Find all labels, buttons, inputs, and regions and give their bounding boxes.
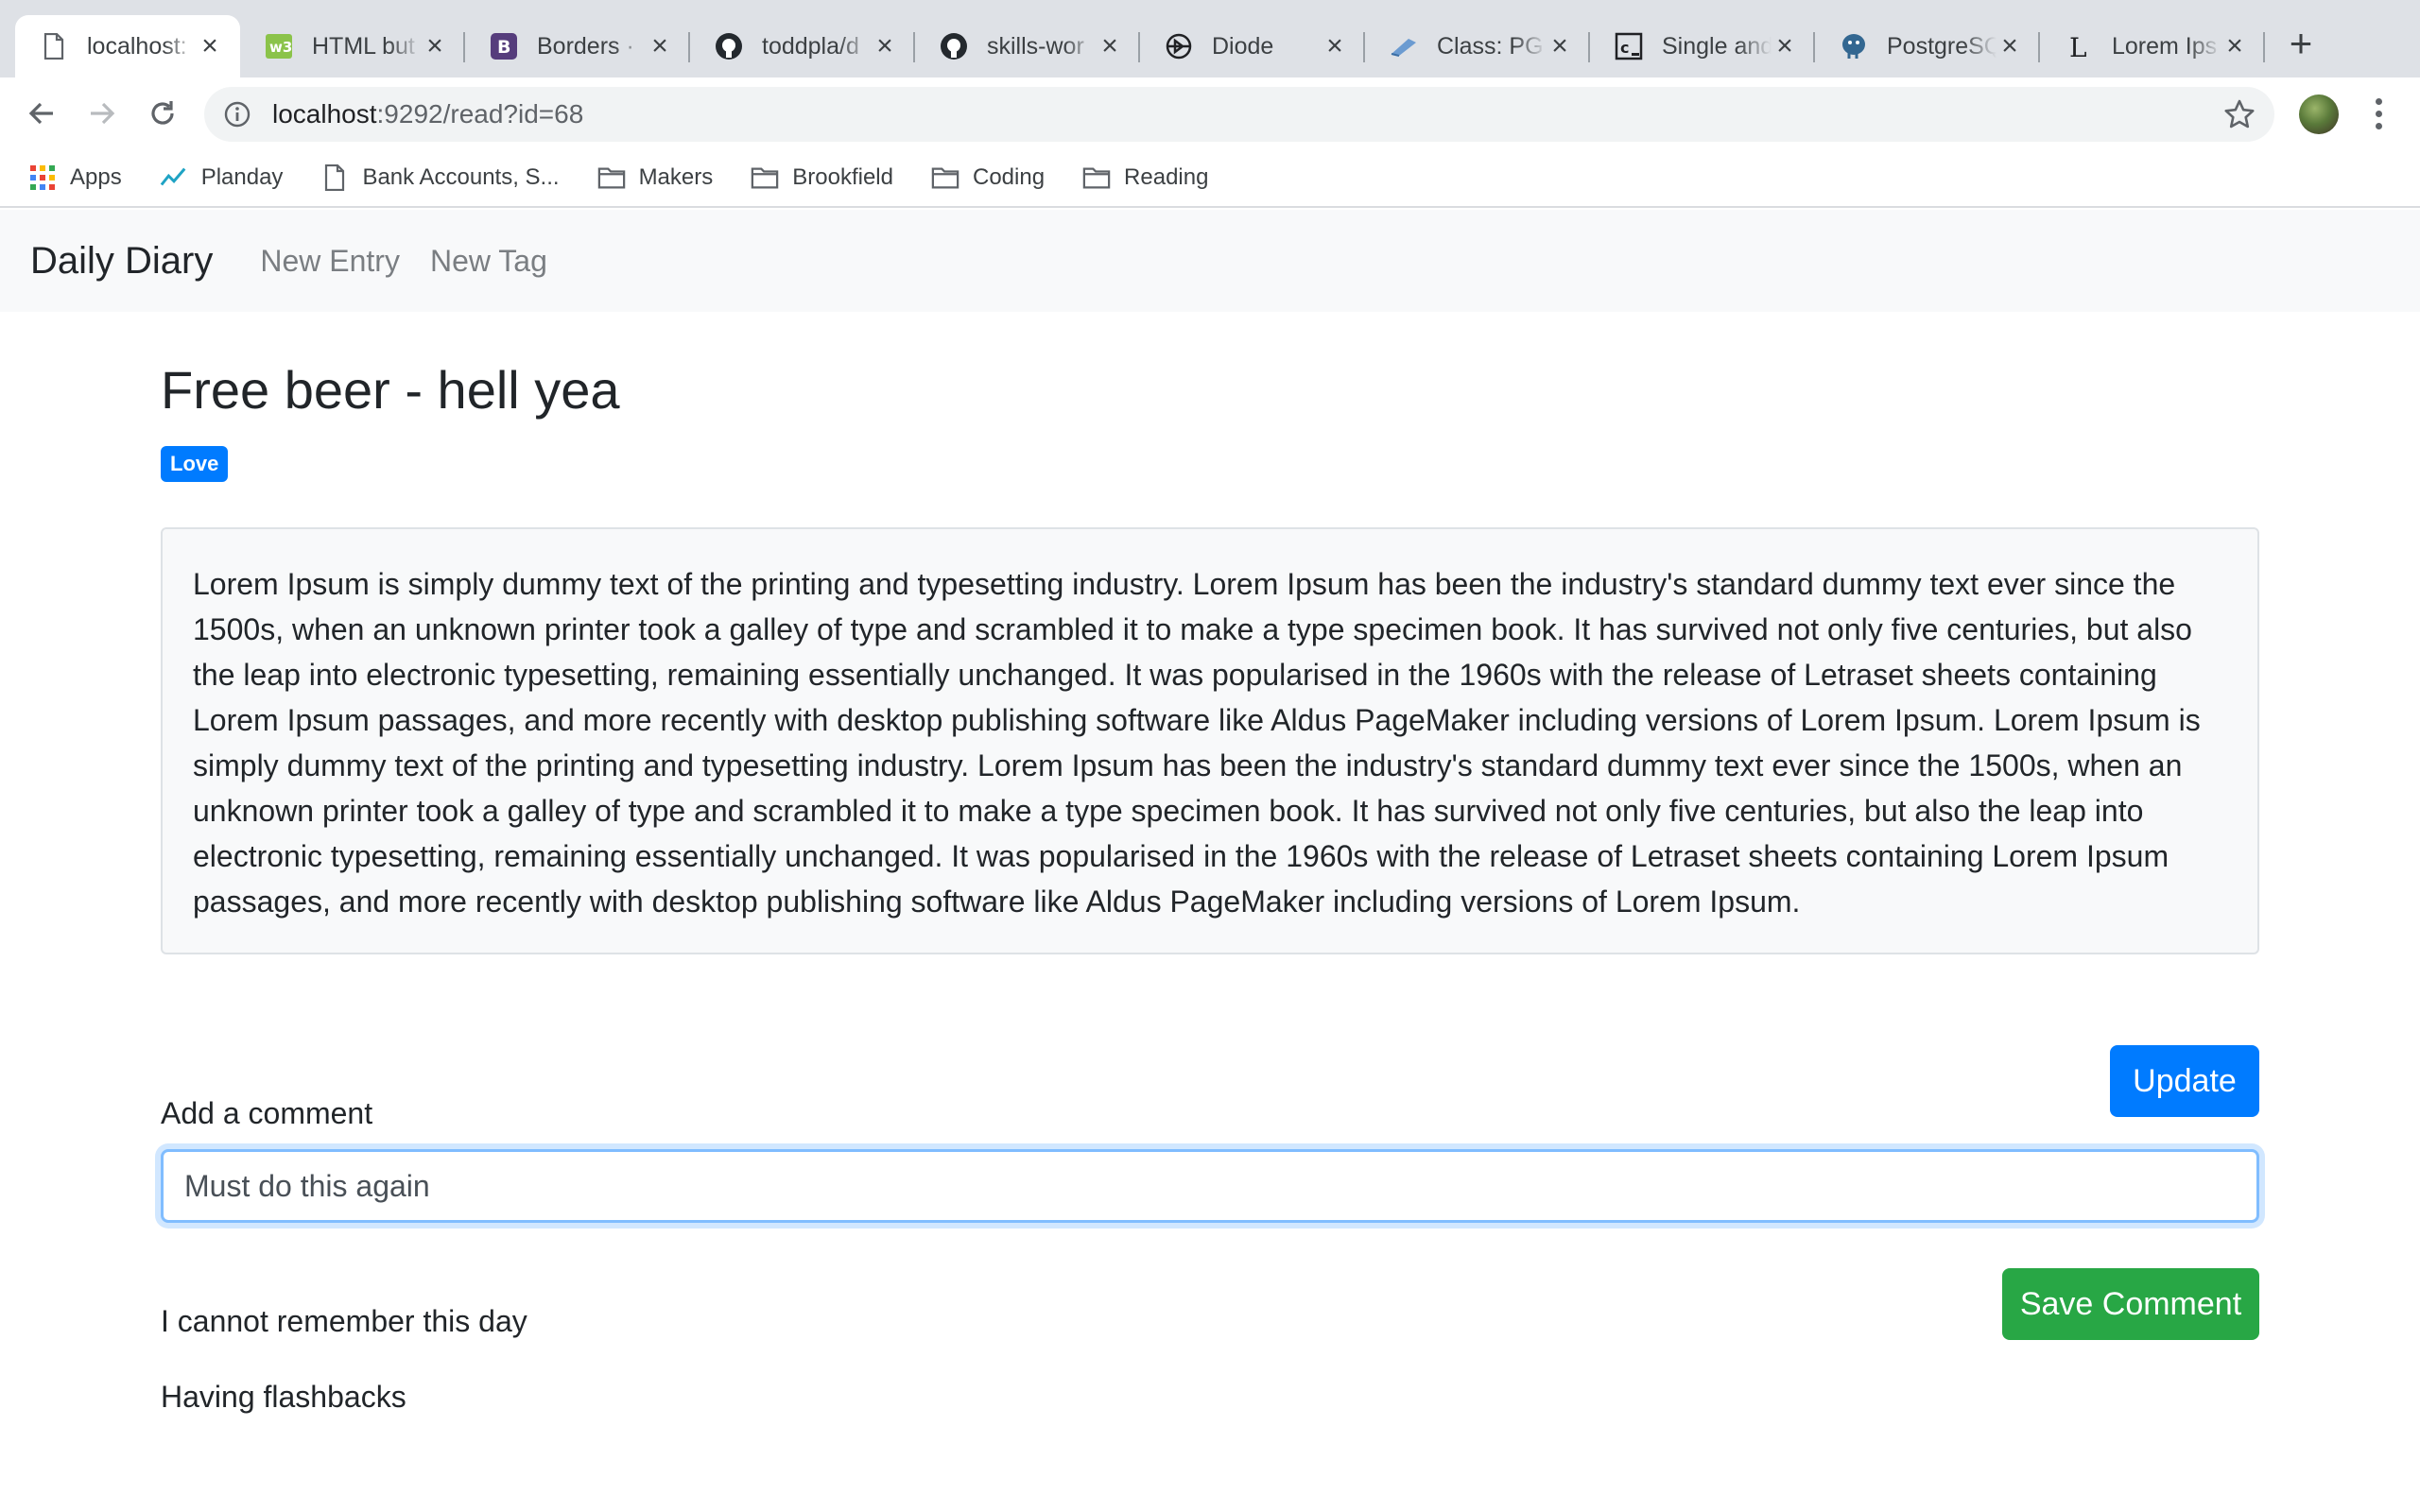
svg-text:B: B	[497, 37, 510, 58]
github-icon	[715, 32, 743, 60]
bookmark-folder-coding[interactable]: Coding	[931, 163, 1045, 192]
browser-tab[interactable]: skills-wor ×	[915, 15, 1140, 77]
svg-text:c: c	[1620, 39, 1629, 57]
bookmark-star-icon[interactable]	[2223, 98, 2256, 130]
folder-icon	[751, 163, 779, 192]
tab-title: Lorem Ips	[2112, 32, 2218, 60]
close-icon[interactable]: ×	[1322, 32, 1348, 60]
browser-tab[interactable]: c Single and ×	[1590, 15, 1815, 77]
bookmark-apps[interactable]: Apps	[28, 163, 122, 192]
tab-title: toddpla/d	[762, 32, 859, 60]
folder-icon	[597, 163, 626, 192]
bookmark-folder-brookfield[interactable]: Brookfield	[751, 163, 893, 192]
close-icon[interactable]: ×	[2221, 32, 2248, 60]
planday-icon	[160, 163, 188, 192]
tab-title: Single and	[1662, 32, 1772, 60]
comment-label: Add a comment	[161, 1096, 373, 1130]
bookmark-label: Reading	[1124, 164, 1209, 190]
browser-tab[interactable]: localhost: ×	[15, 15, 240, 77]
browser-toolbar: localhost:9292/read?id=68	[0, 77, 2420, 149]
entry-body: Lorem Ipsum is simply dummy text of the …	[161, 527, 2259, 954]
close-icon[interactable]: ×	[1547, 32, 1573, 60]
browser-tab[interactable]: w3 HTML but ×	[240, 15, 465, 77]
bookmark-label: Apps	[70, 164, 122, 190]
tab-title: skills-wor	[987, 32, 1084, 60]
bookmark-folder-makers[interactable]: Makers	[597, 163, 714, 192]
browser-tab[interactable]: Class: PG ×	[1365, 15, 1590, 77]
github-icon	[940, 32, 968, 60]
bookmark-label: Planday	[200, 164, 284, 190]
forward-icon[interactable]	[79, 91, 125, 136]
diode-icon	[1165, 32, 1193, 60]
entry-title: Free beer - hell yea	[161, 360, 620, 420]
nav-new-entry[interactable]: New Entry	[260, 244, 400, 279]
menu-icon[interactable]	[2363, 93, 2394, 134]
bookmark-label: Bank Accounts, S...	[362, 164, 560, 190]
new-tab-button[interactable]: +	[2282, 21, 2320, 65]
close-icon[interactable]: ×	[1772, 32, 1798, 60]
address-bar[interactable]: localhost:9292/read?id=68	[204, 87, 2274, 142]
postgres-icon	[1840, 32, 1868, 60]
tab-title: Class: PG	[1437, 32, 1544, 60]
browser-tab[interactable]: B Borders · ×	[465, 15, 690, 77]
w3schools-icon: w3	[265, 32, 293, 60]
comment-item: Having flashbacks	[161, 1380, 406, 1414]
bookmark-folder-reading[interactable]: Reading	[1082, 163, 1208, 192]
close-icon[interactable]: ×	[1097, 32, 1123, 60]
close-icon[interactable]: ×	[1996, 32, 2023, 60]
reload-icon[interactable]	[140, 91, 185, 136]
site-navbar: Daily Diary New Entry New Tag	[0, 210, 2420, 312]
avatar[interactable]	[2299, 94, 2339, 134]
lorem-icon: L	[2065, 32, 2093, 60]
close-icon[interactable]: ×	[197, 32, 223, 60]
comment-item: I cannot remember this day	[161, 1304, 527, 1338]
codecademy-icon: c	[1615, 32, 1643, 60]
bookmark-label: Brookfield	[792, 164, 893, 190]
tag-badge: Love	[161, 446, 229, 482]
svg-text:w3: w3	[269, 39, 292, 56]
close-icon[interactable]: ×	[422, 32, 448, 60]
tab-title: localhost:	[87, 32, 187, 60]
folder-icon	[1082, 163, 1111, 192]
bookmark-bank-accounts[interactable]: Bank Accounts, S...	[320, 163, 560, 192]
back-icon[interactable]	[19, 91, 64, 136]
bootstrap-icon: B	[490, 32, 518, 60]
close-icon[interactable]: ×	[872, 32, 898, 60]
svg-text:L: L	[2069, 32, 2087, 60]
brand-link[interactable]: Daily Diary	[30, 240, 213, 283]
class-icon	[1390, 32, 1418, 60]
apps-grid-icon	[28, 163, 57, 192]
nav-new-tag[interactable]: New Tag	[430, 244, 547, 279]
browser-tab[interactable]: toddpla/d ×	[690, 15, 915, 77]
close-icon[interactable]: ×	[647, 32, 673, 60]
folder-icon	[931, 163, 959, 192]
page-icon	[320, 163, 349, 192]
tab-title: HTML but	[312, 32, 415, 60]
browser-tab[interactable]: L Lorem Ips ×	[2040, 15, 2265, 77]
tab-title: Borders ·	[537, 32, 634, 60]
save-comment-button[interactable]: Save Comment	[2002, 1268, 2259, 1340]
browser-tab[interactable]: PostgreSQ ×	[1815, 15, 2040, 77]
bookmark-label: Makers	[638, 164, 714, 190]
comment-input[interactable]	[161, 1149, 2259, 1223]
info-icon[interactable]	[223, 100, 251, 129]
browser-tabstrip: localhost: × w3 HTML but × B Borders · ×…	[0, 0, 2420, 77]
browser-tab[interactable]: Diode ×	[1140, 15, 1365, 77]
page-icon	[40, 32, 68, 60]
tab-title: Diode	[1212, 32, 1274, 60]
update-button[interactable]: Update	[2110, 1045, 2259, 1117]
bookmark-planday[interactable]: Planday	[160, 163, 284, 192]
bookmark-label: Coding	[972, 164, 1046, 190]
tab-title: PostgreSQ	[1887, 32, 1996, 60]
url-text: localhost:9292/read?id=68	[272, 99, 584, 129]
bookmarks-bar: Apps Planday Bank Accounts, S... Makers …	[0, 149, 2420, 208]
